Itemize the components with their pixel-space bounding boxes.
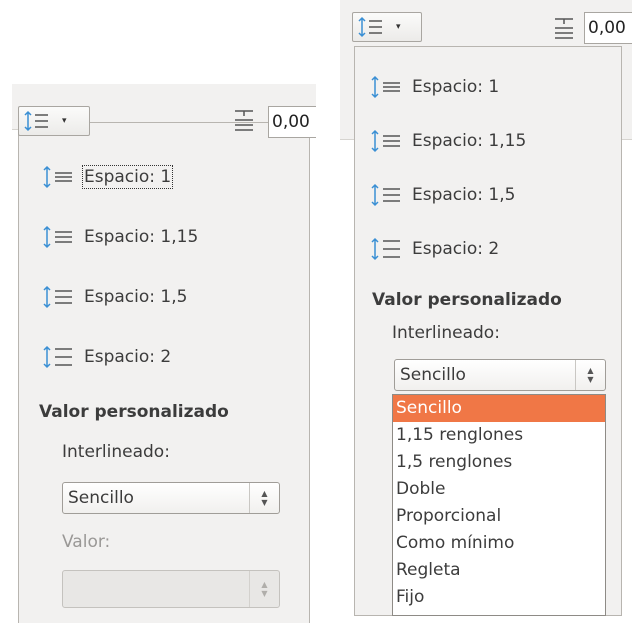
item-label: Espacio: 1 (412, 77, 500, 97)
right-spacing-input[interactable]: 0,00 (584, 12, 632, 44)
item-label: Espacio: 1,15 (84, 227, 199, 247)
option-proporcional[interactable]: Proporcional (393, 503, 605, 530)
right-line-spacing-combo[interactable]: Sencillo ▲ ▼ (394, 359, 606, 391)
line-spacing-icon (371, 183, 400, 207)
combo-value: Sencillo (68, 488, 134, 508)
line-spacing-label: Interlineado: (62, 442, 170, 462)
item-label: Espacio: 1,5 (412, 185, 516, 205)
right-line-spacing-dropdown-button[interactable]: ▾ (352, 12, 422, 42)
line-spacing-options-list[interactable]: Sencillo 1,15 renglones 1,5 renglones Do… (392, 394, 606, 616)
option-fijo[interactable]: Fijo (393, 584, 605, 611)
line-spacing-icon (358, 16, 382, 38)
left-spacing-15-item[interactable]: Espacio: 1,5 (42, 282, 187, 312)
line-spacing-icon (371, 129, 400, 153)
line-spacing-icon (43, 165, 72, 189)
item-label: Espacio: 2 (412, 239, 500, 259)
left-panel: ▾ 0,00 Espacio: 1 Espacio: 1,15 Espacio:… (12, 84, 316, 623)
left-line-spacing-dropdown-button[interactable]: ▾ (18, 106, 90, 136)
line-spacing-icon (24, 110, 48, 132)
option-115-renglones[interactable]: 1,15 renglones (393, 422, 605, 449)
paragraph-spacing-icon (555, 18, 573, 39)
line-spacing-icon (43, 285, 72, 309)
left-spacing-input[interactable]: 0,00 (268, 106, 316, 138)
line-spacing-label: Interlineado: (392, 323, 500, 343)
option-sencillo[interactable]: Sencillo (393, 395, 605, 422)
line-spacing-icon (371, 75, 400, 99)
item-label: Espacio: 1,15 (412, 131, 527, 151)
left-spacing-115-item[interactable]: Espacio: 1,15 (42, 222, 198, 252)
right-spacing-2-item[interactable]: Espacio: 2 (370, 234, 499, 264)
option-regleta[interactable]: Regleta (393, 557, 605, 584)
right-spacing-15-item[interactable]: Espacio: 1,5 (370, 180, 515, 210)
custom-value-heading: Valor personalizado (39, 402, 229, 422)
combo-value: Sencillo (400, 365, 466, 385)
right-spacing-1-item[interactable]: Espacio: 1 (370, 72, 499, 102)
line-spacing-icon (43, 225, 72, 249)
line-spacing-icon (371, 237, 400, 261)
item-label: Espacio: 1,5 (84, 287, 188, 307)
spin-icon: ▲ ▼ (249, 571, 279, 607)
chevron-down-icon: ▾ (62, 116, 67, 126)
item-label: Espacio: 2 (84, 347, 172, 367)
value-label: Valor: (62, 532, 111, 552)
left-spacing-2-item[interactable]: Espacio: 2 (42, 342, 171, 372)
left-spacing-1-item[interactable]: Espacio: 1 (42, 162, 174, 192)
option-como-minimo[interactable]: Como mínimo (393, 530, 605, 557)
right-panel: ▾ 0,00 Espacio: 1 Espacio: 1,15 Espacio:… (340, 0, 632, 623)
line-spacing-icon (43, 345, 72, 369)
right-spacing-115-item[interactable]: Espacio: 1,15 (370, 126, 526, 156)
option-doble[interactable]: Doble (393, 476, 605, 503)
custom-value-heading: Valor personalizado (372, 290, 562, 310)
spin-icon: ▲ ▼ (575, 360, 605, 390)
spin-icon: ▲ ▼ (249, 483, 279, 513)
option-15-renglones[interactable]: 1,5 renglones (393, 449, 605, 476)
chevron-down-icon: ▾ (396, 22, 401, 32)
paragraph-spacing-icon (235, 110, 253, 131)
left-line-spacing-combo[interactable]: Sencillo ▲ ▼ (62, 482, 280, 514)
left-value-field: ▲ ▼ (62, 570, 280, 608)
item-label: Espacio: 1 (81, 165, 174, 189)
